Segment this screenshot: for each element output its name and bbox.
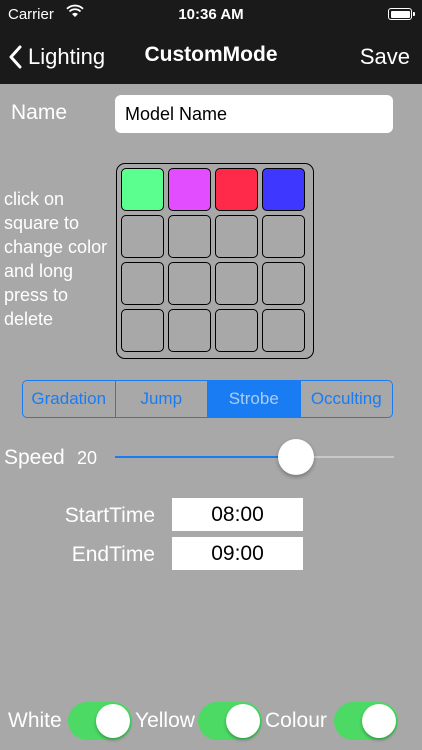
speed-value: 20 xyxy=(77,448,98,468)
colour-toggle-label: Colour xyxy=(265,709,327,732)
end-time-label: EndTime xyxy=(71,543,155,566)
speed-slider-track[interactable] xyxy=(115,456,394,458)
color-cell[interactable] xyxy=(262,262,305,305)
speed-label: Speed xyxy=(4,446,65,469)
back-button[interactable]: Lighting xyxy=(8,30,105,84)
white-toggle-label: White xyxy=(8,709,62,732)
mode-strobe[interactable]: Strobe xyxy=(208,381,301,417)
color-cell[interactable] xyxy=(215,168,258,211)
back-button-label: Lighting xyxy=(28,44,106,69)
color-cell[interactable] xyxy=(168,309,211,352)
color-cell[interactable] xyxy=(215,262,258,305)
mode-selector: Gradation Jump Strobe Occulting xyxy=(22,380,393,418)
color-cell[interactable] xyxy=(215,309,258,352)
color-cell[interactable] xyxy=(168,168,211,211)
chevron-left-icon xyxy=(9,45,22,69)
color-cell[interactable] xyxy=(121,262,164,305)
start-time-label: StartTime xyxy=(64,504,155,527)
color-cell[interactable] xyxy=(262,215,305,258)
status-time: 10:36 AM xyxy=(178,6,244,23)
navigation-bar: Lighting CustomMode Save xyxy=(0,30,422,84)
battery-icon xyxy=(388,8,415,20)
name-input[interactable] xyxy=(115,95,393,133)
toggle-knob xyxy=(362,704,396,738)
color-cell[interactable] xyxy=(262,309,305,352)
color-cell[interactable] xyxy=(215,215,258,258)
speed-slider-thumb[interactable] xyxy=(278,439,314,475)
name-label: Name xyxy=(11,101,68,124)
color-cell[interactable] xyxy=(168,215,211,258)
yellow-toggle[interactable] xyxy=(198,702,262,740)
colour-toggle[interactable] xyxy=(334,702,398,740)
save-button[interactable]: Save xyxy=(360,44,410,70)
mode-jump[interactable]: Jump xyxy=(116,381,208,417)
white-toggle[interactable] xyxy=(68,702,132,740)
speed-slider-fill xyxy=(115,456,296,458)
color-cell[interactable] xyxy=(168,262,211,305)
yellow-toggle-label: Yellow xyxy=(135,709,195,732)
color-grid xyxy=(116,163,314,359)
mode-gradation[interactable]: Gradation xyxy=(23,381,116,417)
color-cell[interactable] xyxy=(121,168,164,211)
toggle-knob xyxy=(226,704,260,738)
mode-occulting[interactable]: Occulting xyxy=(301,381,393,417)
color-cell[interactable] xyxy=(121,215,164,258)
toggle-knob xyxy=(96,704,130,738)
color-cell[interactable] xyxy=(121,309,164,352)
color-cell[interactable] xyxy=(262,168,305,211)
instructions-text: click on square to change color and long… xyxy=(4,189,108,329)
end-time-field[interactable]: 09:00 xyxy=(172,537,303,570)
status-bar: Carrier 10:36 AM xyxy=(0,0,422,30)
start-time-field[interactable]: 08:00 xyxy=(172,498,303,531)
